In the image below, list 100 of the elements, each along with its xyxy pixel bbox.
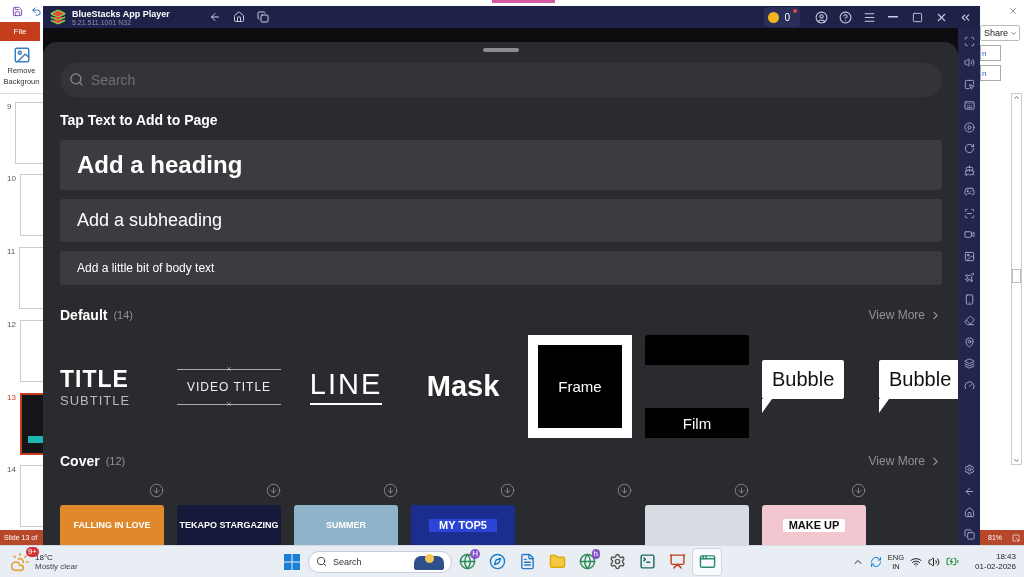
scrollbar[interactable] [1011,93,1022,465]
share-button[interactable]: Share [980,25,1021,41]
profile-badge: h [591,548,600,559]
frame-style-text[interactable]: Frame [528,335,632,438]
thumbnail-caption: MAKE UP [782,519,846,532]
sync-button[interactable] [869,555,882,568]
search-icon [69,71,84,87]
drag-handle [483,48,519,52]
save-icon[interactable] [12,5,23,17]
spinner-field[interactable]: n [980,65,1001,81]
download-icon[interactable] [266,483,281,498]
download-icon[interactable] [500,483,515,498]
slide-number: 13 [7,392,16,404]
weather-condition-text: Mostly clear [35,561,78,571]
coin-counter[interactable]: 0 [764,7,800,27]
coin-icon [768,11,780,23]
video-title-style-text[interactable]: VIDEO TITLE [186,369,272,404]
scroll-up-icon [1013,94,1020,101]
maximize-icon [911,11,923,23]
line-style-text[interactable]: LINE [309,368,383,405]
volume-icon[interactable] [928,555,941,568]
scroll-thumb[interactable] [1012,269,1021,283]
play-icon [963,121,975,133]
battery-icon[interactable] [946,555,960,568]
recent-apps-icon [963,528,975,540]
gauge-icon [963,379,975,391]
windows-logo-icon [284,553,300,570]
film-style-text[interactable]: Film [645,408,749,438]
coin-count: 0 [784,11,790,23]
download-icon[interactable] [617,483,632,498]
subtitle-style-text[interactable]: SUBTITLE [60,392,131,408]
clock[interactable]: 18:43 01-02-2026 [975,551,1016,572]
caret-icon [1010,29,1018,37]
heading-option[interactable]: Add a heading [60,139,942,191]
thumbnail-caption: TEKAPO STARGAZING [179,519,279,532]
scroll-down-icon [1013,457,1020,464]
account-button[interactable] [812,8,830,26]
fit-slide-icon[interactable] [1012,533,1020,542]
slide-number: 12 [7,319,16,331]
ship-icon [963,164,975,176]
taskbar-app[interactable]: H [452,547,482,576]
speaker-icon [963,57,975,68]
help-button[interactable] [836,8,854,26]
help-icon [838,10,852,24]
settings-icon [963,464,975,475]
layers-icon [963,358,975,369]
tab-highlight [492,0,555,3]
taskbar-app[interactable] [692,547,722,576]
file-tab[interactable]: File [0,22,40,41]
phone-icon [963,293,975,305]
wifi-icon[interactable] [910,555,923,568]
view-more-link[interactable]: View More [868,308,942,322]
slide-number: 9 [7,101,12,113]
notification-dot [793,9,797,13]
picture-icon [12,45,31,64]
search-icon [316,555,327,567]
title-style-text[interactable]: TITLE [60,365,129,393]
template-thumbnail[interactable] [645,505,749,545]
thumbnail-caption: SUMMER [326,519,366,532]
thumbnail-caption: FALLING IN LOVE [73,519,151,532]
folder-icon [548,553,566,570]
section-title: Cover [60,453,100,469]
body-option[interactable]: Add a little bit of body text [60,250,942,285]
taskbar-app[interactable]: h [572,547,602,576]
search-field[interactable]: Search [60,62,942,97]
airplane-icon [963,272,975,283]
section-title: Default [60,307,108,323]
home-icon [963,507,975,518]
menu-icon [862,10,876,24]
slide-number: 10 [7,174,16,186]
sync-icon [869,555,882,568]
download-icon[interactable] [851,483,866,498]
weather-widget[interactable]: 9+ 18°C Mostly clear [0,545,280,577]
slide-number: 11 [7,247,16,259]
subheading-option[interactable]: Add a subheading [60,199,942,242]
undo-icon[interactable] [31,5,42,17]
download-icon[interactable] [149,483,164,498]
notification-badge: 9+ [25,546,39,557]
template-thumbnail[interactable]: MAKE UP [762,505,866,545]
spinner-field[interactable]: n [980,45,1001,61]
mask-style-text[interactable]: Mask [426,370,500,403]
terminal-icon [638,553,656,570]
screenshot-icon [963,207,975,219]
back-arrow-icon [208,11,221,23]
template-thumbnail[interactable]: MY TOP5 [411,505,515,545]
download-icon[interactable] [383,483,398,498]
eraser-icon [963,315,975,326]
template-thumbnail[interactable]: TEKAPO STARGAZING [177,505,281,545]
rotate-icon [963,143,975,154]
gamepad-icon [963,186,975,197]
cross-icon [226,366,232,372]
app-logo-icon [50,9,66,25]
back-arrow-icon [963,485,975,497]
presentation-icon [668,553,686,570]
close-icon[interactable] [1008,6,1018,16]
section-heading: Tap Text to Add to Page [60,111,219,128]
download-icon[interactable] [734,483,749,498]
location-pin-icon [963,336,975,348]
weather-icon [10,551,30,572]
view-more-link[interactable]: View More [868,454,942,468]
